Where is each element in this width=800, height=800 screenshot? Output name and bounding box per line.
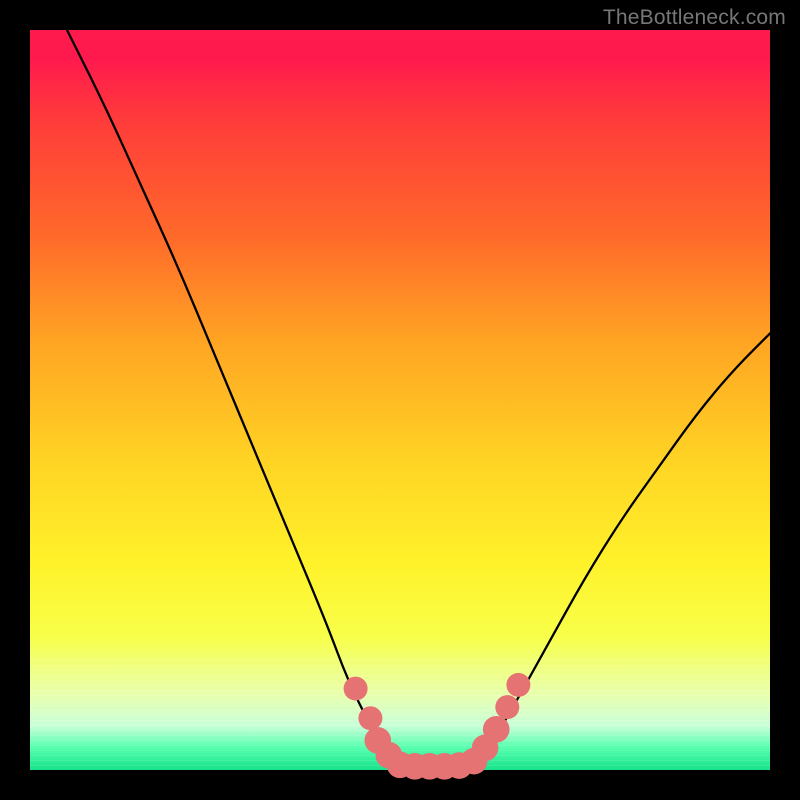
bottleneck-curve — [67, 30, 770, 768]
curve-marker — [495, 695, 519, 719]
curve-layer — [30, 30, 770, 770]
curve-marker — [344, 677, 368, 701]
chart-frame: TheBottleneck.com — [0, 0, 800, 800]
curve-marker — [506, 673, 530, 697]
curve-marker — [358, 706, 382, 730]
curve-marker — [483, 716, 510, 743]
watermark-text: TheBottleneck.com — [603, 6, 786, 30]
curve-markers — [344, 673, 531, 780]
plot-area — [30, 30, 770, 770]
